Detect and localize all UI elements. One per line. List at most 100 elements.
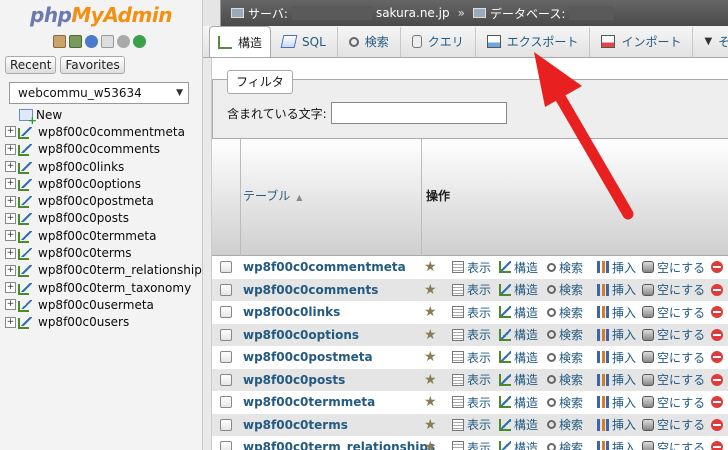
action-search[interactable]: 検索	[547, 326, 583, 343]
tree-item-table[interactable]: + wp8f00c0terms	[5, 244, 202, 261]
action-structure[interactable]: 構造	[499, 371, 538, 388]
action-empty[interactable]: 空にする	[642, 439, 705, 450]
expand-icon[interactable]: +	[5, 299, 16, 311]
action-drop[interactable]	[711, 328, 723, 341]
table-name-link[interactable]: wp8f00c0links	[243, 305, 340, 319]
row-checkbox[interactable]	[220, 396, 232, 409]
exit-icon[interactable]	[69, 35, 82, 48]
row-checkbox[interactable]	[220, 261, 232, 274]
action-browse[interactable]: 表示	[452, 304, 491, 321]
favorite-star-icon[interactable]: ★	[424, 349, 437, 365]
action-empty[interactable]: 空にする	[642, 326, 705, 343]
tree-item-label[interactable]: wp8f00c0terms	[38, 246, 132, 260]
home-icon[interactable]	[53, 35, 66, 48]
favorites-button[interactable]: Favorites	[60, 56, 125, 74]
favorite-star-icon[interactable]: ★	[424, 394, 437, 410]
action-search[interactable]: 検索	[547, 416, 583, 433]
expand-icon[interactable]: +	[5, 143, 16, 155]
tab-export[interactable]: エクスポート	[476, 26, 591, 57]
help-icon[interactable]	[85, 35, 98, 48]
action-insert[interactable]: 挿入	[597, 416, 636, 433]
action-browse[interactable]: 表示	[452, 394, 491, 411]
action-structure[interactable]: 構造	[499, 416, 538, 433]
action-empty[interactable]: 空にする	[642, 349, 705, 366]
action-drop[interactable]	[711, 306, 723, 319]
tree-item-label[interactable]: wp8f00c0posts	[38, 211, 129, 225]
action-search[interactable]: 検索	[547, 281, 583, 298]
table-name-link[interactable]: wp8f00c0term_relationships	[243, 440, 435, 450]
database-select[interactable]: webcommu_w53634 ▼	[9, 82, 189, 104]
table-name-link[interactable]: wp8f00c0options	[243, 328, 359, 342]
tree-item-table[interactable]: + wp8f00c0links	[5, 158, 202, 175]
expand-icon[interactable]: +	[5, 316, 16, 328]
column-header-table[interactable]: テーブル ▲	[243, 187, 302, 204]
favorite-star-icon[interactable]: ★	[424, 439, 437, 450]
table-name-link[interactable]: wp8f00c0commentmeta	[243, 260, 406, 274]
tree-item-label[interactable]: wp8f00c0comments	[38, 142, 160, 156]
expand-icon[interactable]: +	[5, 195, 16, 207]
recent-button[interactable]: Recent	[5, 56, 57, 74]
table-name-link[interactable]: wp8f00c0termmeta	[243, 395, 375, 409]
table-name-link[interactable]: wp8f00c0terms	[243, 418, 348, 432]
favorite-star-icon[interactable]: ★	[424, 304, 437, 320]
action-drop[interactable]	[711, 373, 723, 386]
action-insert[interactable]: 挿入	[597, 394, 636, 411]
tree-item-table[interactable]: + wp8f00c0commentmeta	[5, 123, 202, 140]
tree-item-label[interactable]: wp8f00c0postmeta	[38, 194, 154, 208]
tree-item-table[interactable]: + wp8f00c0comments	[5, 141, 202, 158]
action-search[interactable]: 検索	[547, 394, 583, 411]
tree-item-label[interactable]: wp8f00c0options	[38, 177, 141, 191]
action-browse[interactable]: 表示	[452, 259, 491, 276]
action-drop[interactable]	[711, 396, 723, 409]
filter-input[interactable]	[331, 102, 507, 124]
action-browse[interactable]: 表示	[452, 439, 491, 450]
tree-item-label[interactable]: wp8f00c0users	[38, 315, 129, 329]
tree-item-table[interactable]: + wp8f00c0users	[5, 314, 202, 331]
action-insert[interactable]: 挿入	[597, 349, 636, 366]
docs-icon[interactable]	[101, 35, 114, 48]
favorite-star-icon[interactable]: ★	[424, 327, 437, 343]
tree-item-label[interactable]: wp8f00c0termmeta	[38, 229, 156, 243]
action-browse[interactable]: 表示	[452, 326, 491, 343]
action-search[interactable]: 検索	[547, 439, 583, 450]
table-name-link[interactable]: wp8f00c0comments	[243, 283, 378, 297]
favorite-star-icon[interactable]: ★	[424, 372, 437, 388]
table-name-link[interactable]: wp8f00c0posts	[243, 373, 345, 387]
expand-icon[interactable]: +	[5, 264, 16, 276]
action-drop[interactable]	[711, 283, 723, 296]
action-empty[interactable]: 空にする	[642, 259, 705, 276]
action-empty[interactable]: 空にする	[642, 281, 705, 298]
action-drop[interactable]	[711, 351, 723, 364]
expand-icon[interactable]: +	[5, 161, 16, 173]
row-checkbox[interactable]	[220, 283, 232, 296]
action-insert[interactable]: 挿入	[597, 371, 636, 388]
tree-item-label[interactable]: wp8f00c0links	[38, 160, 124, 174]
action-search[interactable]: 検索	[547, 371, 583, 388]
action-insert[interactable]: 挿入	[597, 281, 636, 298]
action-structure[interactable]: 構造	[499, 439, 538, 450]
row-checkbox[interactable]	[220, 351, 232, 364]
action-drop[interactable]	[711, 418, 723, 431]
expand-icon[interactable]: +	[5, 126, 16, 138]
row-checkbox[interactable]	[220, 328, 232, 341]
table-name-link[interactable]: wp8f00c0postmeta	[243, 350, 373, 364]
breadcrumb-server-label[interactable]: サーバ:	[248, 5, 288, 22]
expand-icon[interactable]: +	[5, 178, 16, 190]
tab-structure[interactable]: 構造	[209, 26, 272, 57]
tree-item-table[interactable]: + wp8f00c0term_relationships	[5, 262, 202, 279]
action-structure[interactable]: 構造	[499, 259, 538, 276]
action-insert[interactable]: 挿入	[597, 304, 636, 321]
action-empty[interactable]: 空にする	[642, 304, 705, 321]
reload-icon[interactable]	[133, 35, 146, 48]
action-structure[interactable]: 構造	[499, 349, 538, 366]
tree-item-label[interactable]: wp8f00c0term_relationships	[38, 263, 202, 277]
breadcrumb-server-value[interactable]: sakura.ne.jp	[376, 6, 450, 20]
action-browse[interactable]: 表示	[452, 416, 491, 433]
action-insert[interactable]: 挿入	[597, 326, 636, 343]
favorite-star-icon[interactable]: ★	[424, 259, 437, 275]
action-drop[interactable]	[711, 261, 723, 274]
tree-item-table[interactable]: + wp8f00c0termmeta	[5, 227, 202, 244]
expand-icon[interactable]: +	[5, 282, 16, 294]
tree-item-new[interactable]: New	[5, 106, 202, 127]
action-drop[interactable]	[711, 441, 723, 450]
